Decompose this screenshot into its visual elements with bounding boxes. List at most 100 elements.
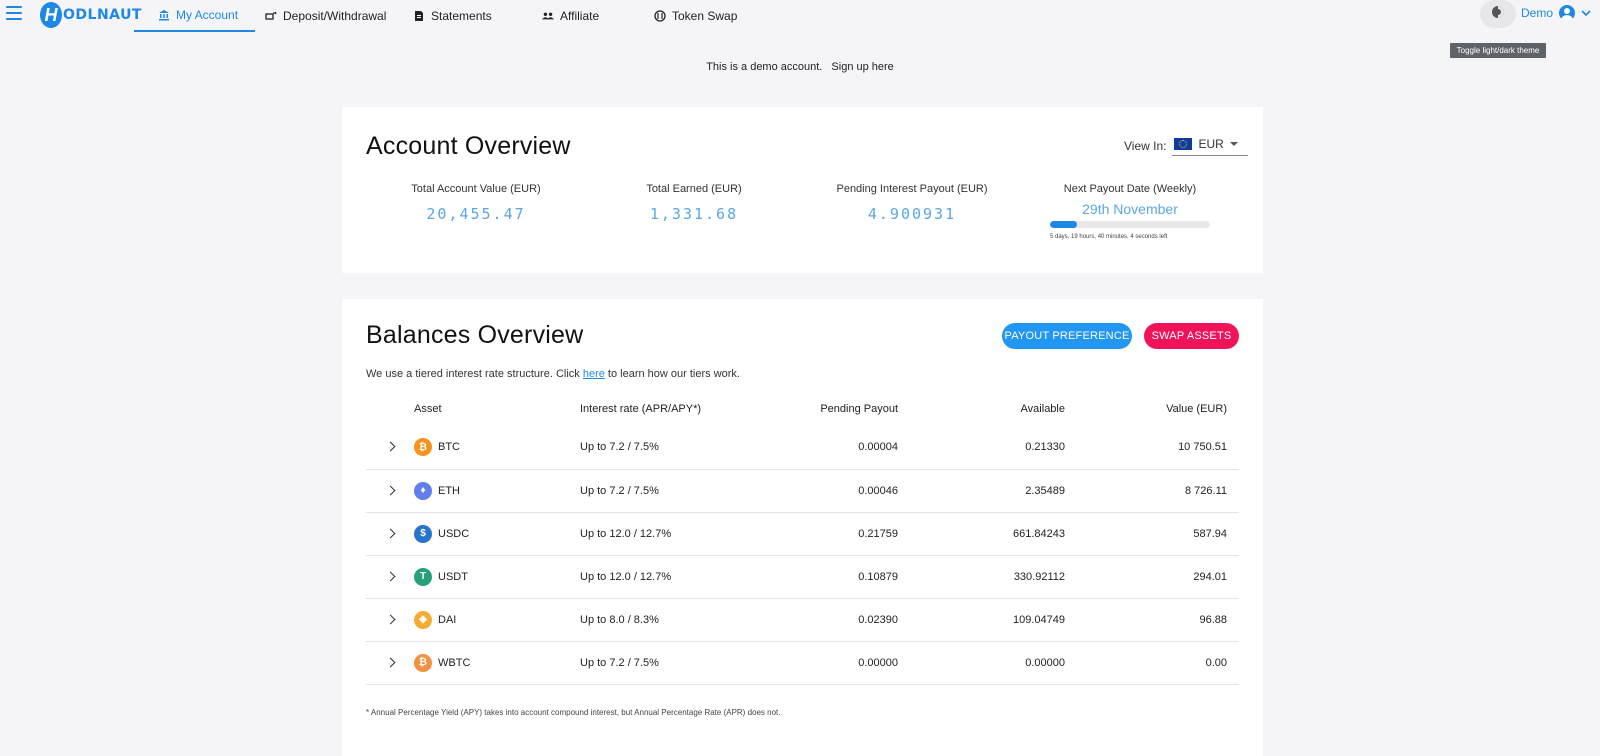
- rate-cell: Up to 12.0 / 12.7%: [580, 512, 746, 556]
- stat-label: Next Payout Date (Weekly): [1063, 183, 1197, 195]
- available-cell: 0.00000: [898, 641, 1065, 685]
- hodlnaut-logo[interactable]: H ODLNAUT: [40, 2, 142, 28]
- tab-statements-label: Statements: [431, 9, 492, 23]
- pending-cell: 0.21759: [746, 512, 898, 556]
- header-expand: [366, 396, 414, 426]
- asset-cell: ₿ BTC: [414, 426, 580, 470]
- table-row[interactable]: T USDT Up to 12.0 / 12.7% 0.10879 330.92112 2…: [366, 555, 1239, 599]
- expand-cell[interactable]: [366, 512, 414, 556]
- available-cell: 330.92112: [898, 555, 1065, 599]
- chevron-right-icon[interactable]: [385, 657, 395, 667]
- demo-notice: This is a demo account. Sign up here: [0, 61, 1600, 73]
- table-row[interactable]: ♦ ETH Up to 7.2 / 7.5% 0.00046 2.35489 8 726.…: [366, 469, 1239, 513]
- rate-cell: Up to 7.2 / 7.5%: [580, 641, 746, 685]
- payout-countdown: 5 days, 19 hours, 40 minutes, 4 seconds …: [1050, 234, 1168, 240]
- user-menu[interactable]: Demo: [1521, 5, 1591, 21]
- logo-text: ODLNAUT: [63, 7, 142, 23]
- expand-cell[interactable]: [366, 469, 414, 513]
- stat-value: 1,331.68: [649, 205, 739, 223]
- tab-token-swap-label: Token Swap: [672, 9, 738, 23]
- pending-cell: 0.02390: [746, 598, 898, 642]
- stat-pending-interest: Pending Interest Payout (EUR) 4.900931: [802, 183, 1022, 223]
- chevron-right-icon[interactable]: [385, 614, 395, 624]
- chevron-right-icon[interactable]: [385, 485, 395, 495]
- currency-dropdown[interactable]: EUR: [1172, 135, 1248, 156]
- stat-total-earned: Total Earned (EUR) 1,331.68: [584, 183, 804, 223]
- sign-up-link[interactable]: Sign up here: [831, 61, 893, 73]
- theme-tooltip: Toggle light/dark theme: [1450, 43, 1546, 58]
- payout-preference-button[interactable]: PAYOUT PREFERENCE: [1002, 323, 1132, 349]
- asset-cell: $ USDC: [414, 512, 580, 556]
- payout-date: 29th November: [1082, 201, 1178, 217]
- asset-symbol: ETH: [438, 484, 460, 497]
- expand-cell[interactable]: [366, 426, 414, 470]
- header-asset: Asset: [414, 403, 442, 415]
- rate-cell: Up to 7.2 / 7.5%: [580, 426, 746, 470]
- value-cell: 8 726.11: [1065, 469, 1239, 513]
- expand-cell[interactable]: [366, 555, 414, 599]
- header-value-eur: Value (EUR): [1166, 403, 1227, 415]
- asset-symbol: BTC: [438, 441, 460, 454]
- eu-flag-icon: [1174, 138, 1193, 150]
- tab-my-account[interactable]: My Account: [134, 0, 255, 32]
- value-cell: 587.94: [1065, 512, 1239, 556]
- expand-cell[interactable]: [366, 598, 414, 642]
- demo-notice-text: This is a demo account.: [706, 61, 823, 73]
- top-nav: H ODLNAUT My Account Deposit/Withdrawal …: [0, 0, 1600, 32]
- table-row[interactable]: ₿ BTC Up to 7.2 / 7.5% 0.00004 0.21330 10 750…: [366, 426, 1239, 470]
- balances-overview-title: Balances Overview: [366, 321, 584, 349]
- theme-toggle-button[interactable]: [1480, 0, 1516, 28]
- stat-label: Total Account Value (EUR): [411, 183, 541, 195]
- view-in-selector: View In: EUR: [1124, 135, 1248, 156]
- stat-next-payout: Next Payout Date (Weekly) 29th November: [1020, 183, 1240, 217]
- tab-affiliate[interactable]: Affiliate: [542, 0, 599, 32]
- tab-deposit-label: Deposit/Withdrawal: [283, 9, 387, 23]
- table-row[interactable]: $ USDC Up to 12.0 / 12.7% 0.21759 661.84243 5…: [366, 512, 1239, 556]
- rate-cell: Up to 8.0 / 8.3%: [580, 598, 746, 642]
- dai-icon: ◈: [414, 610, 432, 629]
- tier-note-after: to learn how our tiers work.: [604, 368, 740, 380]
- btc-icon: ₿: [414, 438, 432, 457]
- balances-table: Asset Interest rate (APR/APY*) Pending P…: [366, 396, 1239, 685]
- swap-assets-button[interactable]: SWAP ASSETS: [1144, 323, 1239, 349]
- tab-deposit-withdrawal[interactable]: Deposit/Withdrawal: [265, 0, 386, 32]
- chevron-right-icon[interactable]: [385, 571, 395, 581]
- chevron-right-icon[interactable]: [385, 441, 395, 452]
- wbtc-icon: ₿: [414, 653, 432, 672]
- header-pending-payout: Pending Payout: [820, 403, 898, 415]
- currency-value: EUR: [1198, 137, 1224, 151]
- stat-label: Total Earned (EUR): [646, 183, 742, 195]
- chevron-right-icon[interactable]: [385, 528, 395, 538]
- user-name: Demo: [1521, 6, 1554, 20]
- apy-footnote: * Annual Percentage Yield (APY) takes in…: [366, 708, 781, 717]
- bank-icon: [158, 9, 170, 21]
- available-cell: 2.35489: [898, 469, 1065, 513]
- stat-value: 20,455.47: [426, 205, 526, 223]
- available-cell: 661.84243: [898, 512, 1065, 556]
- asset-symbol: DAI: [438, 613, 457, 626]
- value-cell: 10 750.51: [1065, 426, 1239, 470]
- asset-cell: T USDT: [414, 555, 580, 599]
- tab-statements[interactable]: Statements: [413, 0, 492, 32]
- stat-value: 4.900931: [867, 205, 957, 223]
- document-icon: [413, 10, 425, 22]
- usdt-icon: T: [414, 567, 432, 586]
- asset-cell: ♦ ETH: [414, 469, 580, 513]
- balances-overview-card: Balances Overview PAYOUT PREFERENCE SWAP…: [342, 299, 1263, 756]
- tier-note: We use a tiered interest rate structure.…: [366, 368, 740, 380]
- cash-transfer-icon: [265, 10, 277, 22]
- menu-icon[interactable]: [6, 6, 22, 20]
- expand-cell[interactable]: [366, 641, 414, 685]
- tab-token-swap[interactable]: Token Swap: [654, 0, 737, 32]
- people-icon: [542, 10, 554, 22]
- tiers-here-link[interactable]: here: [583, 368, 605, 380]
- available-cell: 0.21330: [898, 426, 1065, 470]
- payout-progress-bar: [1050, 221, 1210, 228]
- pending-cell: 0.00046: [746, 469, 898, 513]
- table-row[interactable]: ◈ DAI Up to 8.0 / 8.3% 0.02390 109.04749 96.8…: [366, 598, 1239, 642]
- tab-my-account-label: My Account: [176, 8, 239, 22]
- pending-cell: 0.10879: [746, 555, 898, 599]
- tab-affiliate-label: Affiliate: [560, 9, 600, 23]
- table-row[interactable]: ₿ WBTC Up to 7.2 / 7.5% 0.00000 0.00000 0.00: [366, 641, 1239, 685]
- stat-label: Pending Interest Payout (EUR): [836, 183, 988, 195]
